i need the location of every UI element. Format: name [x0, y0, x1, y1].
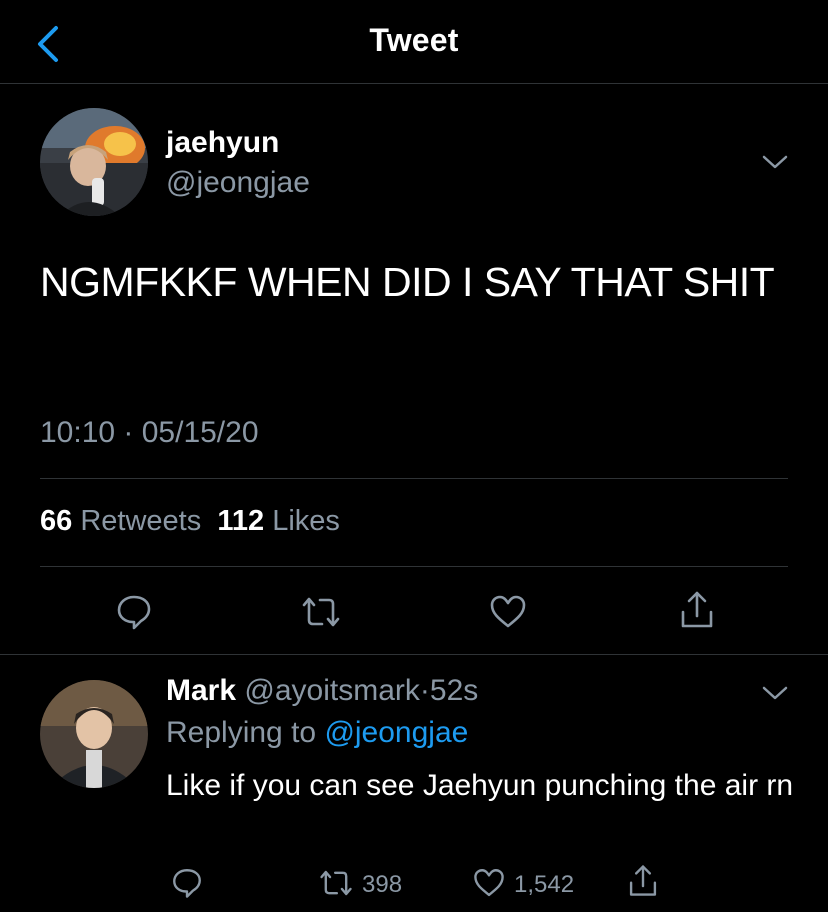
divider: [40, 478, 788, 479]
like-icon[interactable]: [472, 866, 506, 900]
avatar[interactable]: [40, 108, 148, 216]
replying-handle[interactable]: @jeongjae: [324, 716, 468, 749]
replying-label: Replying to: [166, 716, 317, 749]
divider: [0, 654, 828, 655]
page-title: Tweet: [369, 22, 459, 58]
share-icon[interactable]: [626, 862, 660, 900]
divider: [40, 566, 788, 567]
author-name[interactable]: jaehyun: [166, 126, 279, 160]
likes-label[interactable]: Likes: [272, 505, 340, 537]
like-count[interactable]: 112: [217, 505, 264, 537]
tweet-timestamp: 10:10 · 05/15/20: [40, 416, 259, 449]
reply-icon[interactable]: [170, 866, 204, 900]
reply-header: Mark @ayoitsmark·52s: [166, 674, 478, 708]
chevron-down-icon[interactable]: [760, 683, 790, 703]
reply-text: Like if you can see Jaehyun punching the…: [166, 769, 794, 802]
chevron-down-icon[interactable]: [760, 152, 790, 172]
reply-icon[interactable]: [114, 592, 154, 632]
like-icon[interactable]: [488, 592, 528, 632]
retweet-icon[interactable]: [316, 866, 356, 900]
separator-dot: ·: [419, 674, 430, 707]
reply-retweet-count[interactable]: 398: [362, 871, 402, 899]
tweet-text: NGMFKKF WHEN DID I SAY THAT SHIT: [40, 259, 775, 305]
top-bar: Tweet: [0, 0, 828, 84]
reply-like-count[interactable]: 1,542: [514, 871, 574, 899]
replying-to: Replying to @jeongjae: [166, 716, 468, 750]
retweet-count[interactable]: 66: [40, 505, 72, 537]
share-icon[interactable]: [677, 588, 717, 632]
reply-time: 52s: [429, 674, 479, 707]
retweets-label[interactable]: Retweets: [80, 505, 201, 537]
tweet-stats: 66 Retweets 112 Likes: [40, 505, 340, 538]
author-handle[interactable]: @jeongjae: [166, 166, 310, 200]
reply-avatar[interactable]: [40, 680, 148, 788]
retweet-icon[interactable]: [298, 592, 344, 632]
reply-author-name[interactable]: Mark: [166, 674, 236, 707]
reply-author-handle[interactable]: @ayoitsmark: [244, 674, 420, 707]
